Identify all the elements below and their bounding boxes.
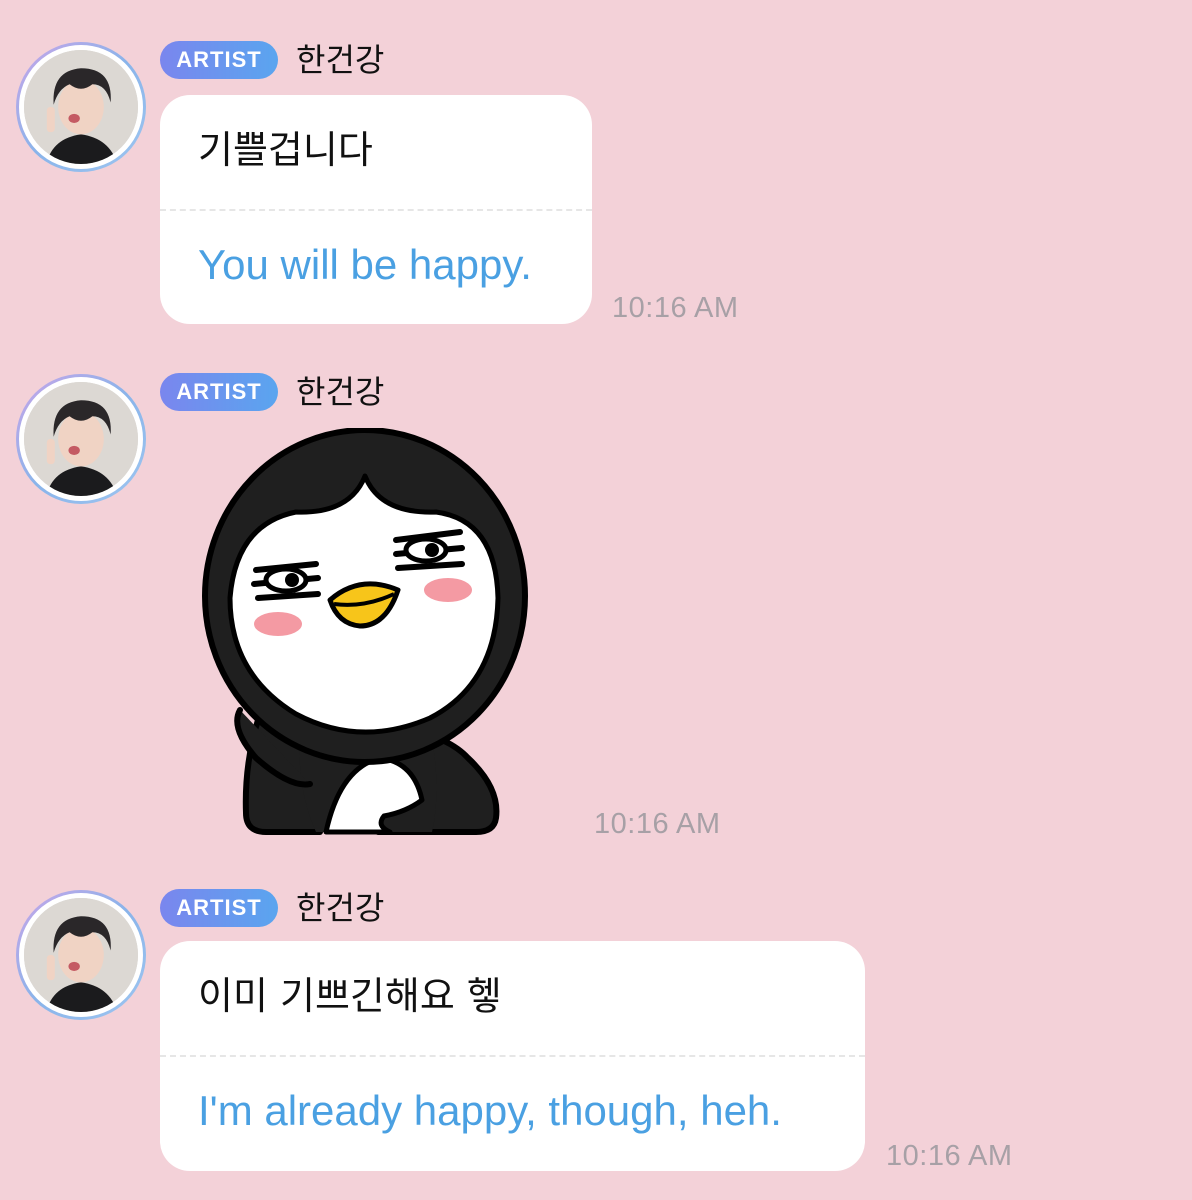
artist-badge: ARTIST bbox=[160, 889, 278, 927]
avatar-image-icon bbox=[24, 50, 138, 164]
message-bubble[interactable]: 이미 기쁘긴해요 헿 I'm already happy, though, he… bbox=[160, 941, 865, 1171]
avatar-image-icon bbox=[24, 382, 138, 496]
artist-badge: ARTIST bbox=[160, 41, 278, 79]
sender-name[interactable]: 한건강 bbox=[296, 372, 384, 412]
message-timestamp: 10:16 AM bbox=[612, 292, 739, 324]
message-timestamp: 10:16 AM bbox=[886, 1140, 1013, 1172]
sender-avatar[interactable] bbox=[16, 890, 146, 1020]
avatar-photo bbox=[19, 377, 143, 501]
sender-name[interactable]: 한건강 bbox=[296, 888, 384, 928]
message-bubble[interactable]: 기쁠겁니다 You will be happy. bbox=[160, 95, 592, 324]
avatar-photo bbox=[19, 45, 143, 169]
sender-name[interactable]: 한건강 bbox=[296, 40, 384, 80]
avatar-photo bbox=[19, 893, 143, 1017]
original-text: 기쁠겁니다 bbox=[198, 128, 373, 172]
message-timestamp: 10:16 AM bbox=[594, 808, 721, 840]
avatar-image-icon bbox=[24, 898, 138, 1012]
original-text: 이미 기쁘긴해요 헿 bbox=[198, 974, 502, 1018]
sender-avatar[interactable] bbox=[16, 374, 146, 504]
translated-text: I'm already happy, though, heh. bbox=[198, 1087, 782, 1134]
translated-text: You will be happy. bbox=[198, 241, 532, 288]
sender-avatar[interactable] bbox=[16, 42, 146, 172]
penguin-sticker-icon[interactable] bbox=[200, 427, 530, 838]
artist-badge: ARTIST bbox=[160, 373, 278, 411]
